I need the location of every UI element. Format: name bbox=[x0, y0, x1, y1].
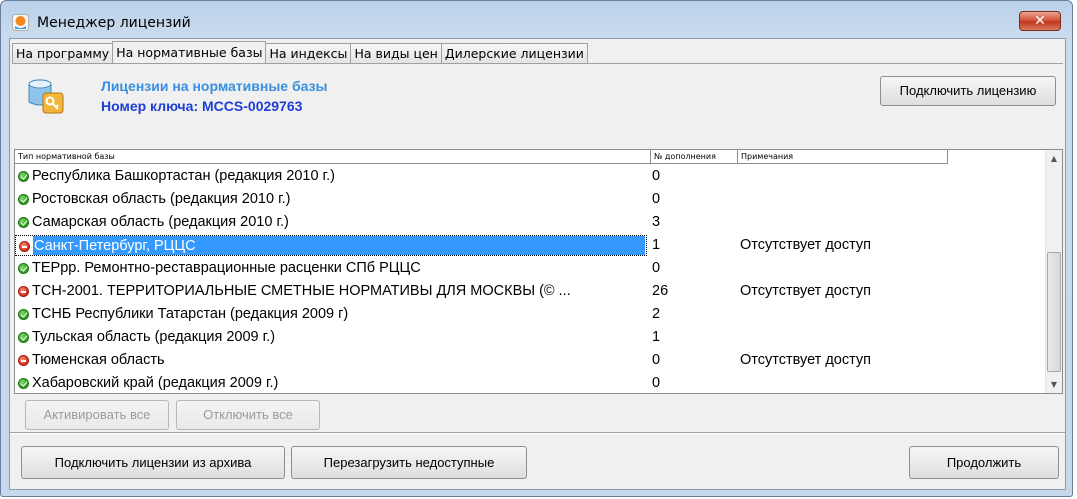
tab-normative-bases[interactable]: На нормативные базы bbox=[112, 41, 267, 63]
cell-base-type[interactable]: Тюменская область bbox=[15, 350, 647, 371]
cell-note bbox=[740, 304, 1040, 325]
cell-addition-number: 0 bbox=[652, 352, 661, 368]
cell-addition-number: 0 bbox=[652, 191, 661, 207]
no-entry-icon bbox=[18, 355, 29, 366]
cell-note bbox=[740, 327, 1040, 348]
license-table: Тип нормативной базы № дополнения Примеч… bbox=[14, 149, 1063, 394]
vertical-scrollbar[interactable]: ▲ ▼ bbox=[1045, 150, 1062, 393]
tab-program[interactable]: На программу bbox=[12, 43, 114, 63]
activate-all-button[interactable]: Активировать все bbox=[25, 400, 169, 430]
column-header-number[interactable]: № дополнения bbox=[651, 150, 738, 164]
cell-note bbox=[740, 212, 1040, 233]
tab-strip: На программу На нормативные базы На инде… bbox=[12, 41, 588, 63]
base-type-label: Тюменская область bbox=[32, 352, 165, 368]
cell-base-type[interactable]: Самарская область (редакция 2010 г.) bbox=[15, 212, 647, 233]
tab-indexes[interactable]: На индексы bbox=[265, 43, 352, 63]
table-header: Тип нормативной базы № дополнения Примеч… bbox=[15, 150, 948, 164]
cell-note bbox=[740, 166, 1040, 187]
check-icon bbox=[18, 378, 29, 389]
footer-divider bbox=[10, 432, 1065, 434]
check-icon bbox=[18, 263, 29, 274]
connect-from-archive-button[interactable]: Подключить лицензии из архива bbox=[21, 446, 285, 479]
cell-base-type[interactable]: Санкт-Петербург, РЦЦС bbox=[15, 235, 647, 256]
close-button[interactable]: ✕ bbox=[1019, 11, 1061, 31]
client-area: На программу На нормативные базы На инде… bbox=[9, 38, 1066, 490]
cell-note: Отсутствует доступ bbox=[740, 283, 872, 299]
cell-note: Отсутствует доступ bbox=[740, 237, 872, 253]
license-header: Лицензии на нормативные базы Номер ключа… bbox=[12, 63, 1063, 147]
cell-base-type[interactable]: Хабаровский край (редакция 2009 г.) bbox=[15, 373, 647, 394]
license-key: Номер ключа: MCCS-0029763 bbox=[101, 98, 303, 114]
check-icon bbox=[18, 194, 29, 205]
cell-addition-number: 3 bbox=[652, 214, 661, 230]
app-icon bbox=[12, 14, 29, 31]
cell-addition-number: 0 bbox=[652, 375, 661, 391]
close-icon: ✕ bbox=[1034, 13, 1046, 29]
check-icon bbox=[18, 309, 29, 320]
cell-addition-number: 1 bbox=[652, 329, 661, 345]
base-type-label: Республика Башкортастан (редакция 2010 г… bbox=[32, 168, 335, 184]
base-type-label: Хабаровский край (редакция 2009 г.) bbox=[32, 375, 279, 391]
cell-base-type[interactable]: Тульская область (редакция 2009 г.) bbox=[15, 327, 647, 348]
cell-base-type[interactable]: ТЕРрр. Ремонтно-реставрационные расценки… bbox=[15, 258, 647, 279]
scroll-up-icon[interactable]: ▲ bbox=[1046, 150, 1062, 167]
disable-all-button[interactable]: Отключить все bbox=[176, 400, 320, 430]
tab-dealer-licenses[interactable]: Дилерские лицензии bbox=[440, 43, 588, 63]
cell-note bbox=[740, 373, 1040, 394]
scrollbar-thumb[interactable] bbox=[1047, 252, 1061, 372]
base-type-label: ТСНБ Республики Татарстан (редакция 2009… bbox=[32, 306, 349, 322]
cell-addition-number: 2 bbox=[652, 306, 661, 322]
no-entry-icon bbox=[19, 241, 30, 252]
header-title: Лицензии на нормативные базы bbox=[101, 78, 328, 94]
cell-base-type[interactable]: ТСН-2001. ТЕРРИТОРИАЛЬНЫЕ СМЕТНЫЕ НОРМАТ… bbox=[15, 281, 647, 302]
cell-base-type[interactable]: Ростовская область (редакция 2010 г.) bbox=[15, 189, 647, 210]
column-header-type[interactable]: Тип нормативной базы bbox=[15, 150, 651, 164]
scroll-down-icon[interactable]: ▼ bbox=[1046, 376, 1062, 393]
titlebar[interactable]: Менеджер лицензий ✕ bbox=[1, 1, 1072, 37]
base-type-label: ТСН-2001. ТЕРРИТОРИАЛЬНЫЕ СМЕТНЫЕ НОРМАТ… bbox=[32, 283, 571, 299]
tab-price-types[interactable]: На виды цен bbox=[350, 43, 442, 63]
check-icon bbox=[18, 332, 29, 343]
base-type-label: Ростовская область (редакция 2010 г.) bbox=[32, 191, 291, 207]
no-entry-icon bbox=[18, 286, 29, 297]
column-header-notes[interactable]: Примечания bbox=[738, 150, 948, 164]
cell-note: Отсутствует доступ bbox=[740, 352, 872, 368]
base-type-label: Санкт-Петербург, РЦЦС bbox=[33, 236, 645, 255]
cell-addition-number: 26 bbox=[652, 283, 669, 299]
cell-base-type[interactable]: Республика Башкортастан (редакция 2010 г… bbox=[15, 166, 647, 187]
check-icon bbox=[18, 217, 29, 228]
cell-note bbox=[740, 189, 1040, 210]
window-title: Менеджер лицензий bbox=[37, 15, 191, 31]
check-icon bbox=[18, 171, 29, 182]
continue-button[interactable]: Продолжить bbox=[909, 446, 1059, 479]
cell-addition-number: 0 bbox=[652, 168, 661, 184]
database-key-icon bbox=[28, 79, 64, 114]
license-manager-window: Менеджер лицензий ✕ На программу На норм… bbox=[0, 0, 1073, 497]
connect-license-button[interactable]: Подключить лицензию bbox=[880, 76, 1056, 106]
cell-base-type[interactable]: ТСНБ Республики Татарстан (редакция 2009… bbox=[15, 304, 647, 325]
cell-addition-number: 0 bbox=[652, 260, 661, 276]
base-type-label: ТЕРрр. Ремонтно-реставрационные расценки… bbox=[32, 260, 421, 276]
base-type-label: Тульская область (редакция 2009 г.) bbox=[32, 329, 276, 345]
cell-addition-number: 1 bbox=[652, 237, 661, 253]
cell-note bbox=[740, 258, 1040, 279]
base-type-label: Самарская область (редакция 2010 г.) bbox=[32, 214, 289, 230]
reload-unavailable-button[interactable]: Перезагрузить недоступные bbox=[291, 446, 527, 479]
